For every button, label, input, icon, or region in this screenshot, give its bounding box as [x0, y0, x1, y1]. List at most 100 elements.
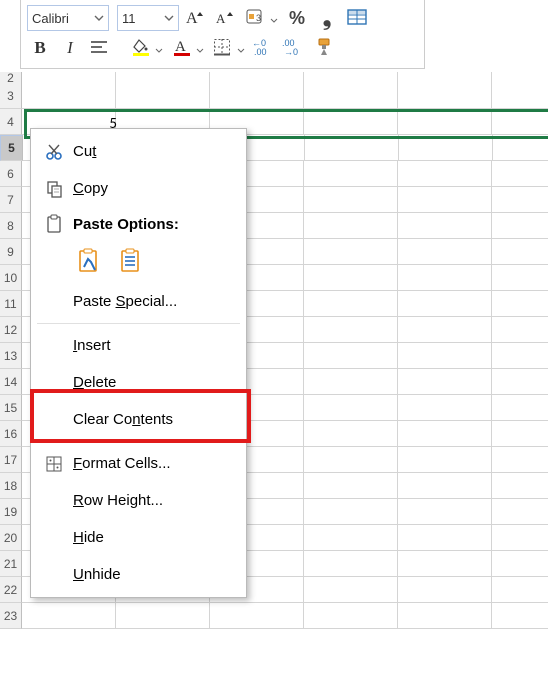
bold-button[interactable]: B: [27, 35, 53, 61]
menu-item-clear-contents[interactable]: Clear Contents: [31, 401, 246, 438]
cell[interactable]: [304, 239, 398, 265]
cell[interactable]: [398, 213, 492, 239]
decrease-decimal-button[interactable]: .00→0: [281, 35, 307, 61]
cell[interactable]: [492, 317, 548, 343]
cell[interactable]: [304, 343, 398, 369]
cell[interactable]: [304, 525, 398, 551]
cell[interactable]: [304, 369, 398, 395]
cell[interactable]: [304, 109, 398, 135]
cell[interactable]: [492, 525, 548, 551]
align-button[interactable]: [87, 35, 124, 61]
cell[interactable]: [492, 239, 548, 265]
increase-font-button[interactable]: A: [183, 5, 209, 31]
row-header[interactable]: 7: [0, 187, 22, 213]
cell[interactable]: [399, 135, 493, 161]
row-header[interactable]: 8: [0, 213, 22, 239]
cell[interactable]: [304, 291, 398, 317]
increase-decimal-button[interactable]: ←0.00: [251, 35, 277, 61]
format-as-table-button[interactable]: [344, 5, 370, 31]
menu-item-hide[interactable]: Hide: [31, 519, 246, 556]
cell[interactable]: [492, 603, 548, 629]
italic-button[interactable]: I: [57, 35, 83, 61]
cell[interactable]: [398, 109, 492, 135]
row-header[interactable]: 6: [0, 161, 22, 187]
row-header[interactable]: 14: [0, 369, 22, 395]
cell[interactable]: [492, 109, 548, 135]
paste-option-values[interactable]: [115, 245, 147, 275]
comma-style-button[interactable]: ❟: [314, 5, 340, 31]
cell[interactable]: [398, 577, 492, 603]
cell[interactable]: [492, 473, 548, 499]
row-header[interactable]: 9: [0, 239, 22, 265]
number-format-button[interactable]: 3: [243, 5, 280, 31]
cell[interactable]: [492, 499, 548, 525]
borders-button[interactable]: [210, 35, 247, 61]
row-header[interactable]: 11: [0, 291, 22, 317]
row-header[interactable]: 18: [0, 473, 22, 499]
cell[interactable]: [492, 551, 548, 577]
cell[interactable]: [492, 265, 548, 291]
menu-item-row-height[interactable]: Row Height...: [31, 482, 246, 519]
cell[interactable]: [304, 395, 398, 421]
cell[interactable]: [304, 603, 398, 629]
font-color-button[interactable]: A: [169, 35, 206, 61]
cell[interactable]: [304, 317, 398, 343]
cell[interactable]: [398, 317, 492, 343]
cell[interactable]: [116, 83, 210, 109]
cell[interactable]: [304, 473, 398, 499]
font-select[interactable]: Calibri: [27, 5, 109, 31]
fill-color-button[interactable]: [128, 35, 165, 61]
menu-item-cut[interactable]: Cut: [31, 133, 246, 170]
cell[interactable]: [304, 187, 398, 213]
cell[interactable]: [398, 603, 492, 629]
cell[interactable]: [398, 161, 492, 187]
cell[interactable]: [398, 291, 492, 317]
cell[interactable]: [304, 265, 398, 291]
cell[interactable]: [398, 447, 492, 473]
cell[interactable]: [22, 603, 116, 629]
cell[interactable]: [116, 603, 210, 629]
cell[interactable]: [398, 499, 492, 525]
cell[interactable]: [304, 161, 398, 187]
menu-item-copy[interactable]: Copy: [31, 170, 246, 207]
cell[interactable]: [22, 83, 116, 109]
cell[interactable]: [398, 473, 492, 499]
menu-item-paste-special[interactable]: Paste Special...: [31, 283, 246, 320]
row-header[interactable]: 10: [0, 265, 22, 291]
cell[interactable]: [304, 83, 398, 109]
cell[interactable]: [398, 421, 492, 447]
cell[interactable]: [398, 265, 492, 291]
menu-item-insert[interactable]: Insert: [31, 327, 246, 364]
row-header[interactable]: 3: [0, 83, 22, 109]
cell[interactable]: [304, 577, 398, 603]
cell[interactable]: [304, 213, 398, 239]
row-header[interactable]: 23: [0, 603, 22, 629]
menu-item-format-cells[interactable]: Format Cells...: [31, 445, 246, 482]
format-painter-button[interactable]: [311, 35, 337, 61]
cell[interactable]: [493, 135, 548, 161]
paste-option-default[interactable]: [73, 245, 105, 275]
percent-style-button[interactable]: %: [284, 5, 310, 31]
cell[interactable]: [492, 369, 548, 395]
font-size-select[interactable]: 11: [117, 5, 179, 31]
cell[interactable]: [304, 447, 398, 473]
row-header[interactable]: 13: [0, 343, 22, 369]
cell[interactable]: [492, 83, 548, 109]
cell[interactable]: [398, 343, 492, 369]
row-header[interactable]: 16: [0, 421, 22, 447]
row-header[interactable]: 5: [0, 135, 23, 161]
row-header[interactable]: 4: [0, 109, 22, 135]
row-header[interactable]: 20: [0, 525, 22, 551]
row-header[interactable]: 22: [0, 577, 22, 603]
cell[interactable]: [492, 187, 548, 213]
menu-item-delete[interactable]: Delete: [31, 364, 246, 401]
menu-item-unhide[interactable]: Unhide: [31, 556, 246, 593]
cell[interactable]: [210, 83, 304, 109]
row-header[interactable]: 15: [0, 395, 22, 421]
row-header[interactable]: 19: [0, 499, 22, 525]
cell[interactable]: [492, 577, 548, 603]
cell[interactable]: [492, 213, 548, 239]
cell[interactable]: [304, 499, 398, 525]
cell[interactable]: [304, 421, 398, 447]
cell[interactable]: [492, 395, 548, 421]
